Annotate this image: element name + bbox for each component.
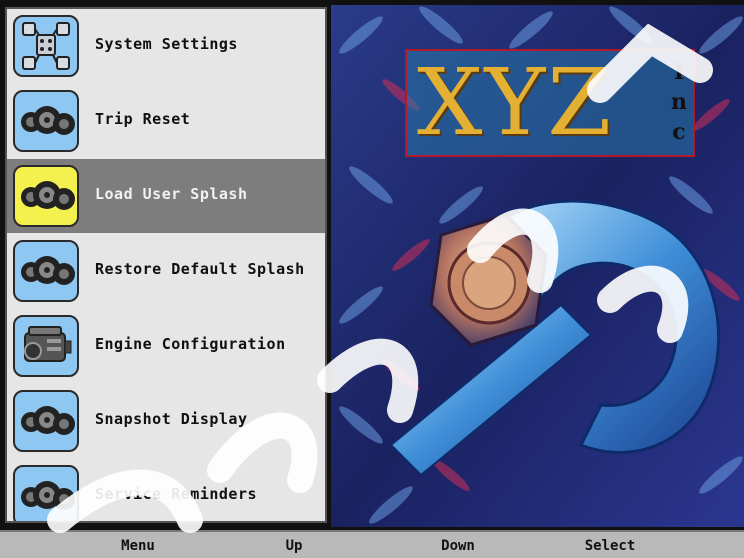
gauge-cluster-icon <box>13 465 79 521</box>
menu-item-label: System Settings <box>95 35 238 53</box>
menu-softkey[interactable]: Menu <box>78 538 198 554</box>
engine-icon <box>13 315 79 377</box>
menu-item-label: Trip Reset <box>95 110 191 128</box>
display-screen: System Settings Trip Reset Load User Spl… <box>0 0 744 558</box>
splash-image: XYZ I n c <box>331 5 744 527</box>
menu-item-label: Load User Splash <box>95 185 248 203</box>
menu-item-system-settings[interactable]: System Settings <box>7 9 325 83</box>
menu-item-label: Snapshot Display <box>95 410 248 428</box>
gauge-cluster-icon <box>13 165 79 227</box>
menu-item-restore-default-splash[interactable]: Restore Default Splash <box>7 234 325 308</box>
menu-item-service-reminders[interactable]: Service Reminders <box>7 459 325 521</box>
up-softkey[interactable]: Up <box>234 538 354 554</box>
gauge-cluster-icon <box>13 90 79 152</box>
logo-suffix-letter: c <box>672 119 686 145</box>
menu-item-snapshot-display[interactable]: Snapshot Display <box>7 384 325 458</box>
select-softkey[interactable]: Select <box>550 538 670 554</box>
menu-item-label: Service Reminders <box>95 485 258 503</box>
company-logo: XYZ I n c <box>405 49 695 157</box>
menu-item-trip-reset[interactable]: Trip Reset <box>7 84 325 158</box>
logo-suffix: I n c <box>669 57 689 147</box>
gauge-cluster-icon <box>13 240 79 302</box>
logo-text: XYZ <box>417 49 614 156</box>
logo-suffix-letter: I <box>673 59 685 85</box>
gauge-cluster-icon <box>13 390 79 452</box>
menu-item-load-user-splash[interactable]: Load User Splash <box>7 159 325 233</box>
softkey-bar: Menu Up Down Select <box>0 530 744 558</box>
system-settings-icon <box>13 15 79 77</box>
menu-item-engine-configuration[interactable]: Engine Configuration <box>7 309 325 383</box>
menu-list: System Settings Trip Reset Load User Spl… <box>5 7 327 523</box>
menu-item-label: Restore Default Splash <box>95 260 305 278</box>
logo-suffix-letter: n <box>671 89 687 115</box>
down-softkey[interactable]: Down <box>398 538 518 554</box>
menu-item-label: Engine Configuration <box>95 335 286 353</box>
